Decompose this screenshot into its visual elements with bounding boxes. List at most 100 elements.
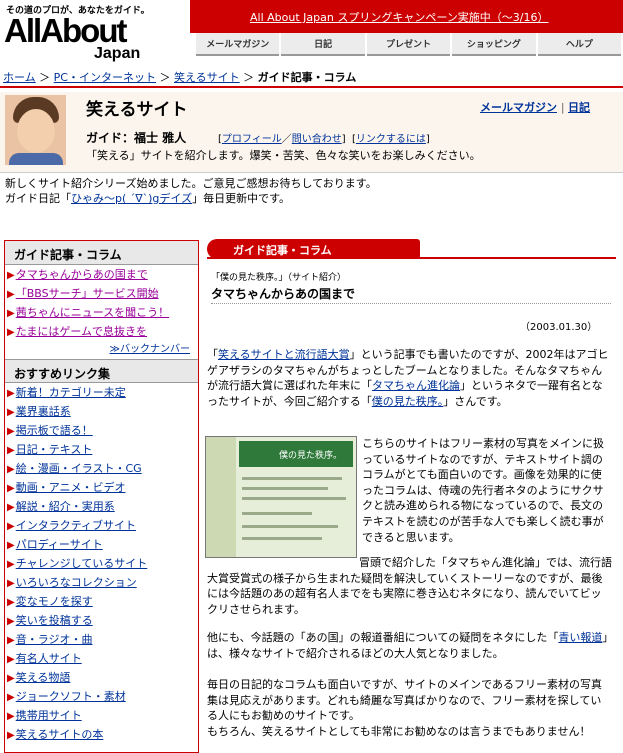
- arrow-icon: ▶: [7, 692, 15, 703]
- arrow-icon: ▶: [7, 483, 15, 494]
- nav-diary[interactable]: 日記: [281, 33, 365, 56]
- arrow-icon: ▶: [7, 521, 15, 532]
- guide-diary-title-link[interactable]: ひゃみ〜p( ´∇`)gデイズ: [71, 192, 192, 205]
- guide-description: 「笑える」サイトを紹介します。爆笑・苦笑、色々な笑いをお楽しみください。: [86, 149, 481, 162]
- main-section-tab: ガイド記事・コラム: [207, 239, 420, 259]
- arrow-icon: ▶: [7, 673, 15, 684]
- guide-meta-links: [プロフィール／問い合わせ] [リンクするには]: [218, 134, 430, 145]
- contact-link[interactable]: 問い合わせ: [292, 134, 342, 145]
- arrow-icon: ▶: [7, 445, 15, 456]
- breadcrumb-pc-internet[interactable]: PC・インターネット: [54, 71, 156, 84]
- arrow-icon: ▶: [7, 711, 15, 722]
- sidebar-link-item[interactable]: ▶業界裏話系: [5, 402, 198, 421]
- arrow-icon: ▶: [7, 597, 15, 608]
- nav-help[interactable]: ヘルプ: [537, 33, 622, 56]
- sidebar-link-item[interactable]: ▶解説・紹介・実用系: [5, 497, 198, 516]
- sidebar-article-item[interactable]: ▶「BBSサーチ」サービス開始: [5, 284, 198, 303]
- sidebar-link-item[interactable]: ▶有名人サイト: [5, 649, 198, 668]
- arrow-icon: ▶: [7, 388, 15, 399]
- arrow-icon: ▶: [7, 426, 15, 437]
- article-paragraph: 毎日の日記的なコラムも面白いですが、サイトのメインであるフリー素材の写真集は見応…: [207, 678, 603, 723]
- breadcrumb: ホーム ＞ PC・インターネット ＞ 笑えるサイト ＞ ガイド記事・コラム: [3, 69, 356, 85]
- article-link-ryukogo[interactable]: 笑えるサイトと流行語大賞: [218, 348, 350, 361]
- breadcrumb-current: ガイド記事・コラム: [257, 71, 357, 84]
- guide-avatar: [5, 95, 66, 165]
- nav-present[interactable]: プレゼント: [366, 33, 451, 56]
- article-paragraph: 冒頭で紹介した「タマちゃん進化論」では、流行語大賞受賞式の様子から生まれた疑問を…: [207, 556, 612, 616]
- article-kicker: 「僕の見た秩序。」（サイト紹介）: [211, 273, 347, 283]
- sidebar-link-item[interactable]: ▶ジョークソフト・素材: [5, 687, 198, 706]
- sidebar-link-item[interactable]: ▶チャレンジしているサイト: [5, 554, 198, 573]
- guide-mail-magazine-link[interactable]: メールマガジン: [480, 101, 557, 114]
- profile-link[interactable]: プロフィール: [222, 134, 282, 145]
- guide-name: ガイド：福士 雅人: [86, 131, 187, 145]
- divider: [207, 257, 616, 259]
- arrow-icon: ▶: [7, 289, 15, 300]
- article-link-tama-shinkaron[interactable]: タマちゃん進化論: [372, 379, 460, 392]
- sidebar-link-item[interactable]: ▶笑える物語: [5, 668, 198, 687]
- notice-line: ガイド日記「ひゃみ〜p( ´∇`)gデイズ」毎日更新中です。: [5, 192, 290, 205]
- article-paragraph: 他にも、今話題の「あの国」の報道番組についての疑問をネタにした「青い報道」は、様…: [207, 631, 608, 660]
- arrow-icon: ▶: [7, 654, 15, 665]
- breadcrumb-sep: ＞: [159, 71, 171, 84]
- sidebar-link-item[interactable]: ▶いろいろなコレクション: [5, 573, 198, 592]
- article-paragraph: 「笑えるサイトと流行語大賞」という記事でも書いたのですが、2002年はアゴヒゲア…: [207, 348, 609, 408]
- arrow-icon: ▶: [7, 407, 15, 418]
- sidebar-link-item[interactable]: ▶笑えるサイトの本: [5, 725, 198, 744]
- global-nav: メールマガジン 日記 プレゼント ショッピング ヘルプ: [196, 33, 623, 56]
- article-link-aoi-hodo[interactable]: 青い報道: [558, 631, 602, 644]
- arrow-icon: ▶: [7, 730, 15, 741]
- arrow-icon: ▶: [7, 464, 15, 475]
- arrow-icon: ▶: [7, 270, 15, 281]
- breadcrumb-sep: ＞: [39, 71, 51, 84]
- backnumber-link[interactable]: ≫バックナンバー: [5, 341, 198, 359]
- sidebar-link-item[interactable]: ▶新着！カテゴリー未定: [5, 383, 198, 402]
- screenshot-caption: 僕の見た秩序。: [239, 441, 353, 467]
- arrow-icon: ▶: [7, 635, 15, 646]
- arrow-icon: ▶: [7, 578, 15, 589]
- arrow-icon: ▶: [7, 502, 15, 513]
- guide-notice: 新しくサイト紹介シリーズ始めました。ご意見ご感想お待ちしております。 ガイド日記…: [5, 176, 377, 206]
- sidebar-article-item[interactable]: ▶タマちゃんからあの国まで: [5, 265, 198, 284]
- guide-links: メールマガジン | 日記: [480, 101, 591, 114]
- article-paragraph: こちらのサイトはフリー素材の写真をメインに扱っているサイトなのですが、テキストサ…: [362, 437, 604, 544]
- sidebar-link-item[interactable]: ▶掲示板で語る！: [5, 421, 198, 440]
- sidebar-link-item[interactable]: ▶日記・テキスト: [5, 440, 198, 459]
- sidebar-link-item[interactable]: ▶インタラクティブサイト: [5, 516, 198, 535]
- campaign-link[interactable]: All About Japan スプリングキャンペーン実施中（〜3/16）: [250, 9, 548, 25]
- arrow-icon: ▶: [7, 616, 15, 627]
- arrow-icon: ▶: [7, 327, 15, 338]
- sidebar-link-item[interactable]: ▶変なモノを探す: [5, 592, 198, 611]
- sidebar-heading-links: おすすめリンク集: [5, 359, 198, 383]
- article-date: （2003.01.30）: [520, 322, 598, 333]
- divider: [211, 303, 611, 304]
- divider: [0, 86, 623, 88]
- site-title: 笑えるサイト: [86, 100, 188, 120]
- sidebar-article-item[interactable]: ▶茜ちゃんにニュースを聞こう！: [5, 303, 198, 322]
- sidebar-link-item[interactable]: ▶笑いを投稿する: [5, 611, 198, 630]
- logo-japan: Japan: [94, 45, 141, 62]
- sidebar-link-item[interactable]: ▶動画・アニメ・ビデオ: [5, 478, 198, 497]
- allabout-logo[interactable]: AllAbout: [4, 13, 127, 49]
- sidebar-link-item[interactable]: ▶携帯用サイト: [5, 706, 198, 725]
- guide-panel: 笑えるサイト メールマガジン | 日記 ガイド：福士 雅人 [プロフィール／問い…: [0, 92, 623, 172]
- site-screenshot[interactable]: 僕の見た秩序。: [205, 436, 357, 558]
- nav-shopping[interactable]: ショッピング: [452, 33, 536, 56]
- sidebar-heading-articles: ガイド記事・コラム: [5, 241, 198, 265]
- sidebar-article-item[interactable]: ▶たまにはゲームで息抜きを: [5, 322, 198, 341]
- breadcrumb-warau-site[interactable]: 笑えるサイト: [174, 71, 240, 84]
- article-link-boku-no-mita-chitsujo[interactable]: 僕の見た秩序。: [372, 395, 444, 408]
- breadcrumb-sep: ＞: [243, 71, 255, 84]
- sidebar-link-item[interactable]: ▶絵・漫画・イラスト・CG: [5, 459, 198, 478]
- breadcrumb-home[interactable]: ホーム: [3, 71, 36, 84]
- notice-line: 新しくサイト紹介シリーズ始めました。ご意見ご感想お待ちしております。: [5, 177, 377, 190]
- arrow-icon: ▶: [7, 540, 15, 551]
- sidebar-link-item[interactable]: ▶パロディーサイト: [5, 535, 198, 554]
- linking-info-link[interactable]: リンクするには: [356, 134, 426, 145]
- sidebar-link-item[interactable]: ▶音・ラジオ・曲: [5, 630, 198, 649]
- article-title: タマちゃんからあの国まで: [211, 287, 356, 301]
- nav-mail-magazine[interactable]: メールマガジン: [196, 33, 280, 56]
- sidebar: ガイド記事・コラム ▶タマちゃんからあの国まで ▶「BBSサーチ」サービス開始 ▶茜…: [4, 240, 199, 753]
- guide-diary-link[interactable]: 日記: [568, 101, 590, 114]
- arrow-icon: ▶: [7, 559, 15, 570]
